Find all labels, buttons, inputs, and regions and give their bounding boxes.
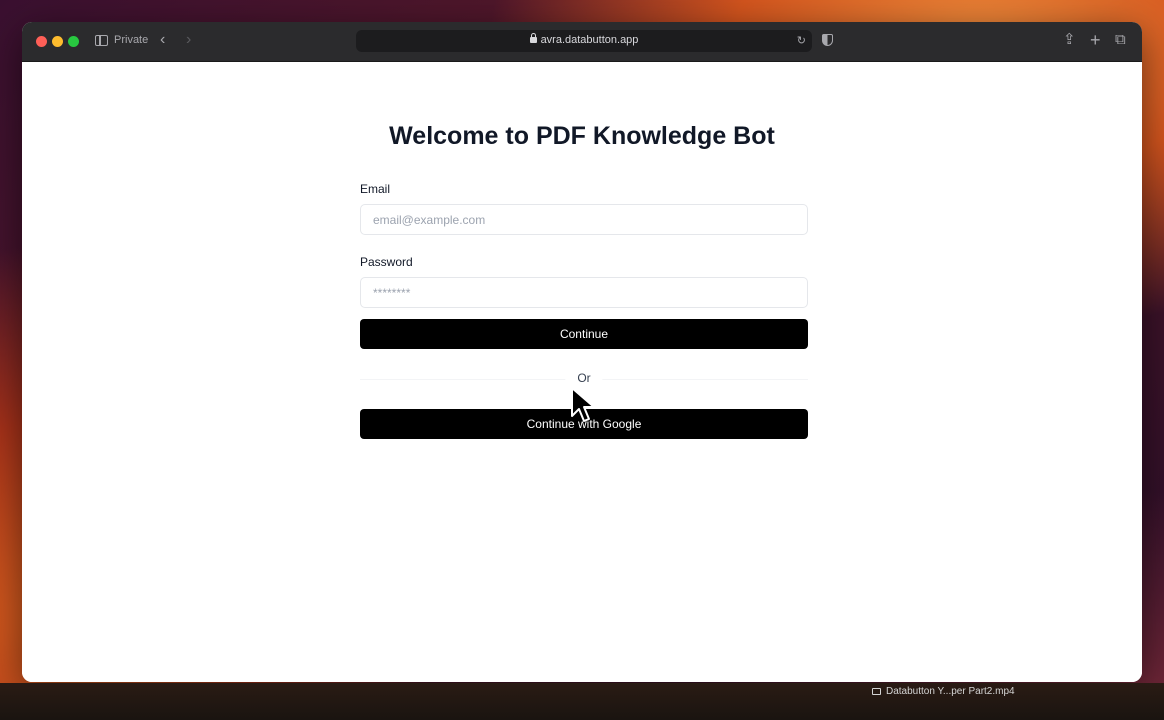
- url-display: avra.databutton.app: [356, 33, 812, 46]
- new-tab-icon[interactable]: +: [1090, 31, 1101, 49]
- url-text: avra.databutton.app: [540, 34, 639, 46]
- reload-icon[interactable]: ↻: [797, 34, 806, 47]
- mouse-cursor-icon: [571, 387, 595, 422]
- video-file-icon: [872, 688, 881, 695]
- forward-arrow-icon[interactable]: ›: [186, 31, 191, 49]
- continue-button[interactable]: Continue: [360, 319, 808, 349]
- close-window-button[interactable]: [36, 36, 47, 47]
- email-field[interactable]: [360, 204, 808, 235]
- zoom-window-button[interactable]: [68, 36, 79, 47]
- page-title: Welcome to PDF Knowledge Bot: [389, 122, 775, 150]
- password-label: Password: [360, 255, 413, 269]
- back-arrow-icon[interactable]: ‹: [160, 31, 165, 49]
- email-label: Email: [360, 182, 391, 196]
- desktop-file-label[interactable]: Databutton Y...per Part2.mp4: [886, 686, 1015, 697]
- divider-text: Or: [565, 371, 603, 385]
- browser-toolbar: Private ‹ › avra.databutton.app ↻ ⇪ + ⧉: [22, 22, 1142, 62]
- sidebar-icon[interactable]: [95, 35, 108, 46]
- password-field[interactable]: [360, 277, 808, 308]
- minimize-window-button[interactable]: [52, 36, 63, 47]
- password-group: Password: [360, 255, 808, 308]
- email-group: Email: [360, 182, 808, 235]
- browser-window: Private ‹ › avra.databutton.app ↻ ⇪ + ⧉ …: [22, 22, 1142, 682]
- page-content: Welcome to PDF Knowledge Bot Email Passw…: [22, 62, 1142, 682]
- lock-icon: [529, 33, 537, 43]
- tab-overview-icon[interactable]: ⧉: [1115, 31, 1126, 49]
- share-icon[interactable]: ⇪: [1063, 31, 1076, 49]
- privacy-shield-icon[interactable]: [822, 34, 833, 46]
- address-bar[interactable]: avra.databutton.app ↻: [356, 30, 812, 52]
- private-mode-label: Private: [114, 34, 149, 46]
